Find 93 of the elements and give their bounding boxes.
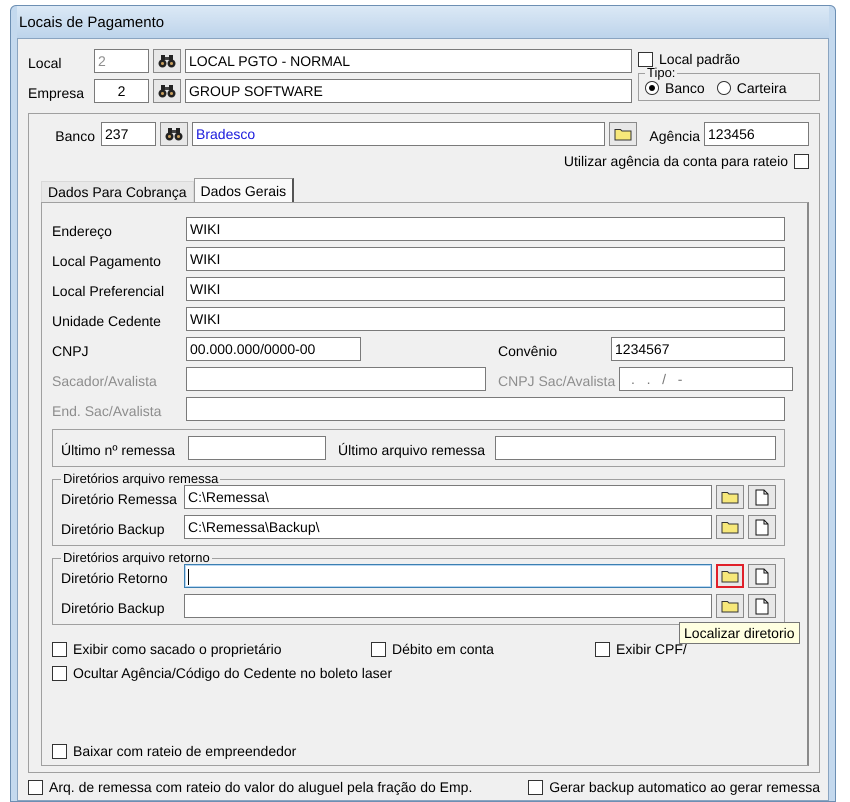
checkbox-label: Utilizar agência da conta para rateio: [564, 153, 788, 169]
field-label: Último arquivo remessa: [337, 441, 486, 458]
field-label: Sacador/Avalista: [52, 372, 158, 389]
input-field[interactable]: [188, 436, 326, 460]
field-label: Local: [28, 54, 62, 71]
text-cursor: [188, 569, 189, 586]
new-file-button[interactable]: [748, 564, 776, 588]
checkbox-label: Exibir CPF/: [616, 641, 687, 657]
radio-button[interactable]: [645, 81, 659, 95]
field-label: Diretório Retorno: [61, 569, 169, 586]
checkbox[interactable]: [794, 154, 809, 168]
input-field[interactable]: WIKI: [186, 307, 785, 331]
field-label: CNPJ Sac/Avalista: [497, 372, 616, 389]
folder-icon: [721, 599, 739, 613]
checkbox-label: Arq. de remessa com rateio do valor do aluguel pela fração do Emp.: [49, 779, 472, 795]
input-field[interactable]: [186, 397, 785, 421]
radio-label: Banco: [665, 80, 705, 96]
binoculars-icon: [158, 84, 176, 98]
checkbox[interactable]: [638, 52, 653, 66]
search-button[interactable]: [153, 49, 181, 73]
checkbox-label: Gerar backup automatico ao gerar remessa: [549, 779, 820, 795]
file-icon: [755, 598, 769, 614]
binoculars-icon: [165, 127, 183, 141]
field-label: Último nº remessa: [61, 441, 176, 458]
checkbox-label: Ocultar Agência/Código do Cedente no boleto laser: [73, 665, 392, 681]
checkbox-label: Local padrão: [659, 51, 740, 67]
input-field[interactable]: [495, 436, 776, 460]
input-field[interactable]: WIKI: [186, 277, 785, 301]
input-field[interactable]: [184, 564, 712, 588]
input-field[interactable]: WIKI: [186, 247, 785, 271]
checkbox[interactable]: [371, 642, 386, 656]
group-title: Diretórios arquivo remessa: [62, 473, 220, 485]
binoculars-icon: [158, 54, 176, 68]
tooltip: Localizar diretorio: [679, 622, 800, 644]
tab[interactable]: Dados Gerais: [194, 178, 294, 202]
checkbox[interactable]: [28, 780, 43, 794]
checkbox[interactable]: [52, 744, 67, 758]
checkbox-label: Débito em conta: [392, 641, 494, 657]
search-button[interactable]: [153, 79, 181, 103]
input-field[interactable]: 123456: [704, 122, 809, 146]
radio-button[interactable]: [716, 81, 731, 95]
folder-button[interactable]: [716, 515, 744, 539]
field-label: Empresa: [28, 84, 86, 101]
field-label: Local Pagamento: [52, 252, 162, 269]
input-field[interactable]: 00.000.000/0000-00: [186, 337, 361, 361]
file-icon: [755, 488, 769, 506]
folder-icon: [614, 127, 632, 141]
checkbox[interactable]: [52, 666, 67, 680]
checkbox[interactable]: [528, 780, 544, 794]
folder-button[interactable]: [716, 564, 744, 588]
field-label: Diretório Remessa: [61, 490, 178, 507]
input-field[interactable]: C:\Remessa\Backup\: [184, 515, 712, 539]
field-label: Agência: [648, 127, 700, 144]
field-label: End. Sac/Avalista: [52, 402, 162, 419]
input-field[interactable]: WIKI: [186, 217, 785, 241]
folder-icon: [721, 520, 739, 534]
checkbox[interactable]: [52, 642, 67, 656]
group-title: Diretórios arquivo retorno: [62, 552, 211, 564]
folder-icon: [721, 490, 739, 504]
input-field[interactable]: [186, 367, 486, 391]
folder-button[interactable]: [609, 122, 638, 146]
folder-icon: [721, 569, 739, 583]
search-button[interactable]: [160, 122, 188, 146]
window-title: Locais de Pagamento: [19, 14, 164, 30]
code-field[interactable]: 237: [101, 122, 156, 146]
field-label: Convênio: [497, 342, 558, 359]
group-title: Tipo:: [646, 67, 676, 79]
input-field[interactable]: [184, 594, 712, 618]
new-file-button[interactable]: [748, 594, 776, 618]
checkbox-label: Exibir como sacado o proprietário: [73, 641, 282, 657]
folder-button[interactable]: [716, 594, 744, 618]
field-label: Unidade Cedente: [52, 312, 162, 329]
input-field[interactable]: C:\Remessa\: [184, 485, 712, 509]
input-field[interactable]: 1234567: [611, 337, 785, 361]
checkbox[interactable]: [595, 642, 610, 656]
field-label: Diretório Backup: [61, 599, 166, 616]
folder-button[interactable]: [716, 485, 744, 509]
input-field[interactable]: Bradesco: [192, 122, 606, 146]
field-label: Local Preferencial: [52, 282, 166, 299]
new-file-button[interactable]: [748, 515, 776, 539]
radio-label: Carteira: [736, 80, 786, 96]
checkbox-label: Baixar com rateio de empreendedor: [73, 743, 296, 759]
field-label: CNPJ: [52, 342, 90, 359]
file-icon: [755, 568, 769, 584]
field-label: Endereço: [52, 222, 113, 239]
input-field[interactable]: LOCAL PGTO - NORMAL: [185, 49, 632, 73]
code-field[interactable]: 2: [94, 79, 149, 103]
new-file-button[interactable]: [748, 485, 776, 509]
file-icon: [755, 518, 769, 536]
field-label: Banco: [54, 127, 96, 144]
tab[interactable]: Dados Para Cobrança: [41, 181, 194, 202]
input-field[interactable]: GROUP SOFTWARE: [185, 79, 632, 103]
field-label: Diretório Backup: [61, 520, 166, 537]
